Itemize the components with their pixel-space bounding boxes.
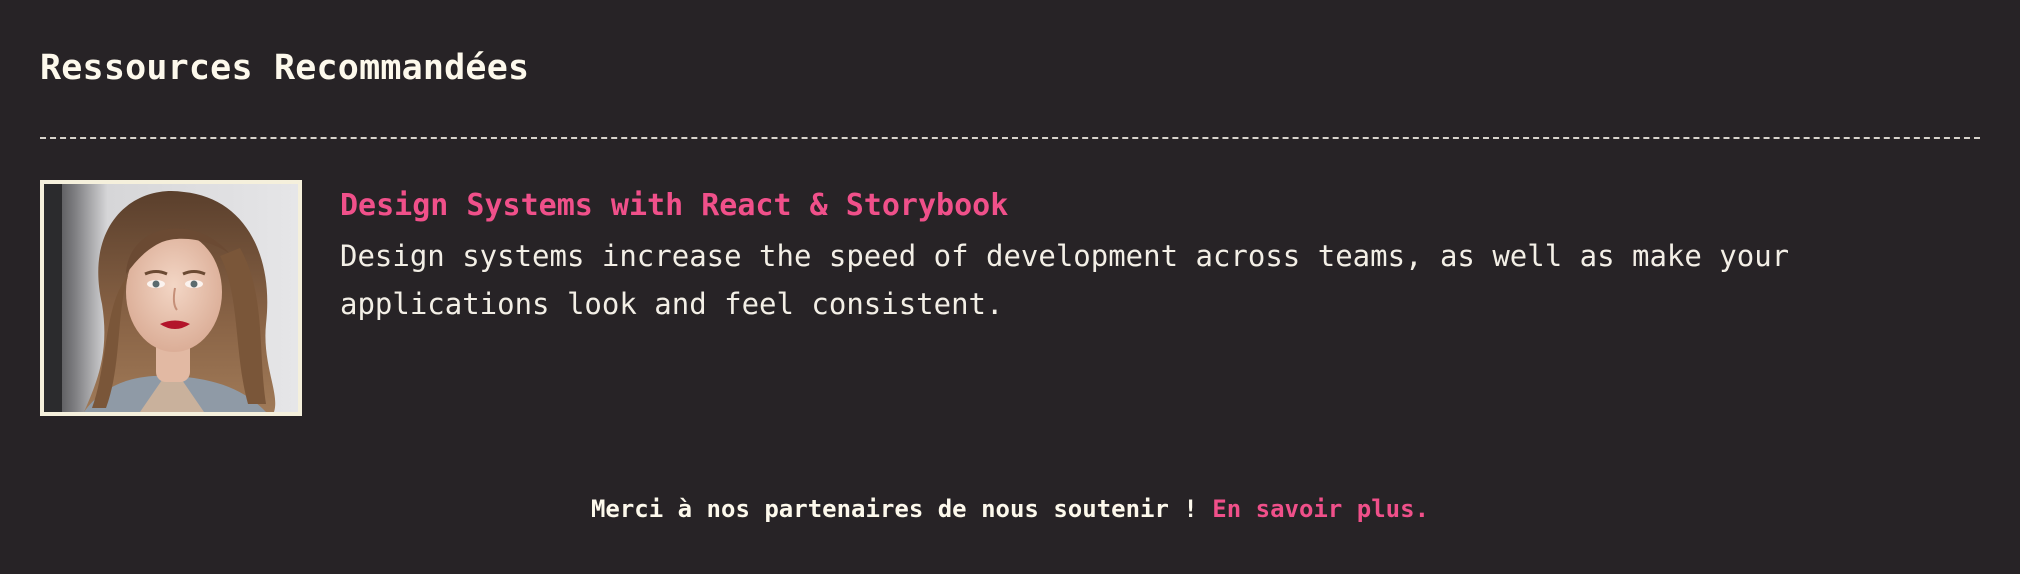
resource-content: Design Systems with React & Storybook De… bbox=[340, 186, 1940, 328]
portrait-image bbox=[44, 184, 298, 412]
recommended-resources-panel: Ressources Recommandées Design Systems w… bbox=[0, 0, 2020, 574]
resource-title-link[interactable]: Design Systems with React & Storybook bbox=[340, 186, 1008, 226]
instructor-avatar[interactable] bbox=[40, 180, 302, 416]
resource-card: Design Systems with React & Storybook De… bbox=[40, 180, 1980, 416]
resource-description: Design systems increase the speed of dev… bbox=[340, 239, 1790, 321]
sponsor-thanks-text: Merci à nos partenaires de nous soutenir… bbox=[590, 495, 1213, 523]
dashed-divider bbox=[40, 137, 1980, 139]
section-title: Ressources Recommandées bbox=[40, 48, 530, 88]
learn-more-link[interactable]: En savoir plus. bbox=[1212, 495, 1429, 523]
sponsor-footer: Merci à nos partenaires de nous soutenir… bbox=[0, 495, 2020, 523]
